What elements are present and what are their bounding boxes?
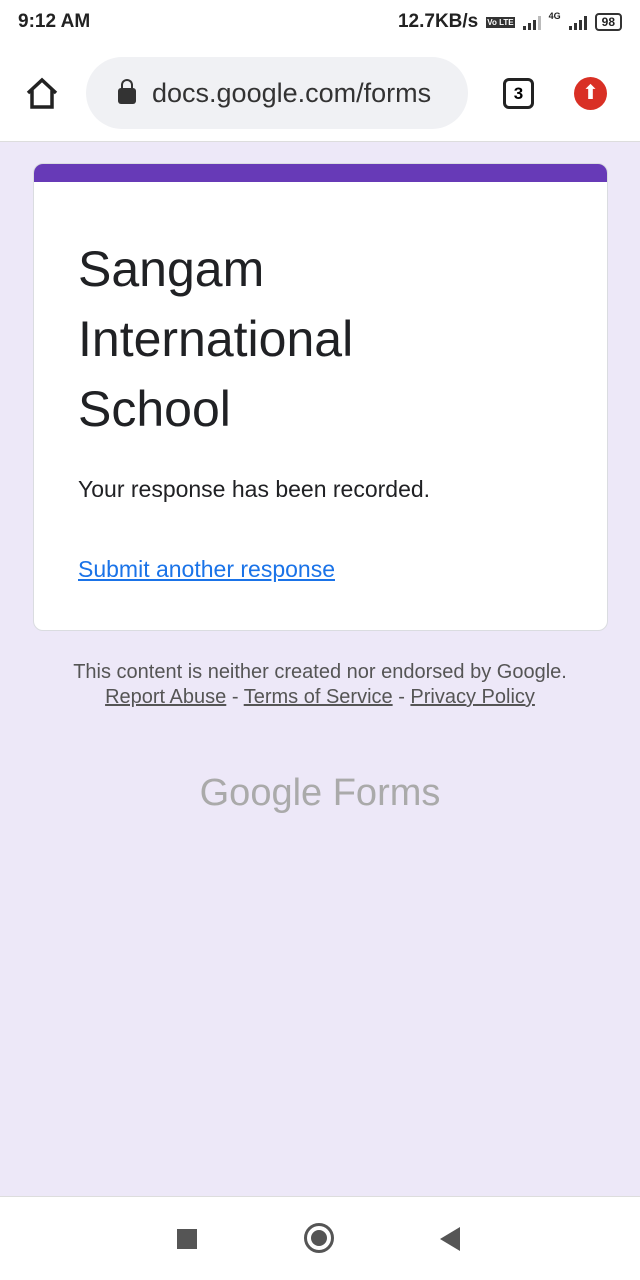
confirmation-message: Your response has been recorded. <box>78 476 431 502</box>
status-bar: 9:12 AM 12.7KB/s Vo LTE 4G 98 <box>0 0 640 44</box>
submit-another-link[interactable]: Submit another response <box>78 556 335 583</box>
recents-icon[interactable] <box>177 1229 197 1249</box>
clock: 9:12 AM <box>18 11 91 32</box>
system-nav-bar <box>0 1196 640 1280</box>
signal-icon-2 <box>568 14 587 30</box>
report-abuse-link[interactable]: Report Abuse <box>105 686 226 708</box>
network-speed: 12.7KB/s <box>397 11 479 32</box>
separator: - <box>226 686 244 708</box>
accent-bar <box>34 164 607 182</box>
back-icon[interactable] <box>440 1227 460 1251</box>
home-nav-icon[interactable] <box>304 1223 334 1253</box>
tab-switcher-button[interactable]: 3 <box>503 78 534 109</box>
lock-icon <box>118 79 136 104</box>
signal-icon <box>522 14 541 30</box>
update-icon[interactable]: ⬆ <box>574 77 607 110</box>
home-icon[interactable] <box>24 76 60 110</box>
footer-disclaimer: This content is neither created nor endo… <box>70 660 570 710</box>
browser-toolbar: docs.google.com/forms 3 ⬆ <box>0 44 640 142</box>
address-bar[interactable]: docs.google.com/forms <box>86 57 468 129</box>
terms-link[interactable]: Terms of Service <box>244 686 393 708</box>
google-forms-logo[interactable]: Google Forms <box>0 772 640 815</box>
network-type: 4G <box>548 11 561 21</box>
url-text: docs.google.com/forms <box>152 77 432 108</box>
separator: - <box>392 686 411 708</box>
privacy-link[interactable]: Privacy Policy <box>410 686 534 708</box>
battery-icon: 98 <box>594 13 622 31</box>
disclaimer-text: This content is neither created nor endo… <box>73 661 567 683</box>
volte-icon: Vo LTE <box>486 16 515 28</box>
form-card: Sangam International School Your respons… <box>33 163 608 631</box>
form-title: Sangam International School <box>78 241 354 437</box>
